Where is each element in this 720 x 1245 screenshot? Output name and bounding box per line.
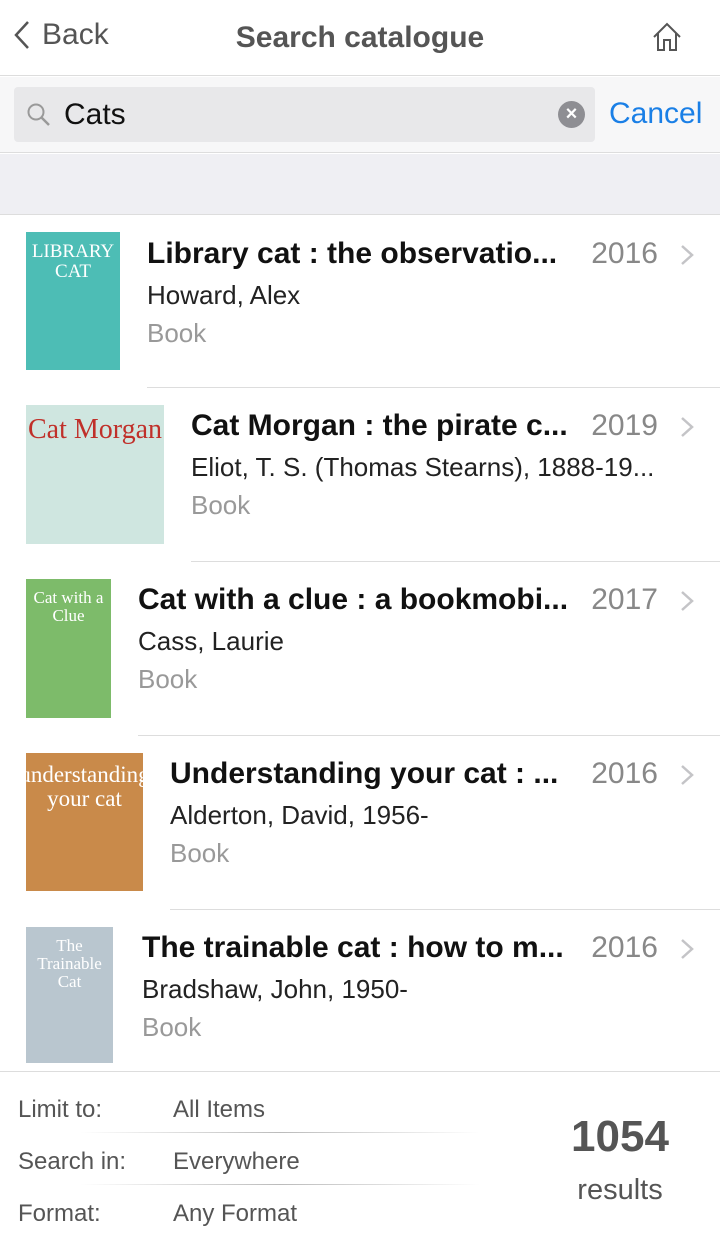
result-year: 2016 bbox=[591, 931, 658, 964]
result-row[interactable]: LIBRARY CAT Library cat : the observatio… bbox=[0, 216, 720, 388]
results-header-spacer bbox=[0, 154, 720, 215]
book-cover: understanding your cat bbox=[26, 753, 143, 891]
search-input[interactable]: Cats × bbox=[14, 87, 595, 142]
result-format: Book bbox=[138, 664, 198, 694]
result-row[interactable]: understanding your cat Understanding you… bbox=[0, 736, 720, 910]
page-title: Search catalogue bbox=[235, 21, 485, 54]
result-author: Alderton, David, 1956- bbox=[170, 800, 429, 830]
chevron-right-icon bbox=[681, 245, 694, 265]
result-author: Bradshaw, John, 1950- bbox=[142, 974, 408, 1004]
format-value[interactable]: Any Format bbox=[173, 1200, 297, 1228]
search-in-label: Search in: bbox=[18, 1148, 127, 1175]
limit-value[interactable]: All Items bbox=[173, 1096, 265, 1124]
cover-title: understanding your cat bbox=[26, 762, 143, 812]
cover-title: LIBRARY CAT bbox=[31, 241, 115, 282]
cover-title: The Trainable Cat bbox=[37, 936, 102, 991]
result-author: Cass, Laurie bbox=[138, 626, 284, 656]
result-row[interactable]: Cat Morgan Cat Morgan : the pirate c... … bbox=[0, 388, 720, 562]
cover-title: Cat Morgan bbox=[27, 414, 163, 445]
chevron-right-icon bbox=[681, 765, 694, 785]
result-title: Cat Morgan : the pirate c... bbox=[191, 409, 568, 442]
result-year: 2016 bbox=[591, 237, 658, 270]
book-cover: LIBRARY CAT bbox=[26, 232, 120, 370]
home-icon[interactable] bbox=[650, 20, 684, 54]
chevron-right-icon bbox=[681, 591, 694, 611]
divider bbox=[80, 1132, 480, 1133]
result-year: 2016 bbox=[591, 757, 658, 790]
book-cover: Cat Morgan bbox=[26, 405, 164, 544]
format-label: Format: bbox=[18, 1200, 101, 1227]
results-count: 1054 bbox=[571, 1112, 669, 1161]
result-row[interactable]: Cat with a Clue Cat with a clue : a book… bbox=[0, 562, 720, 736]
search-bar: Cats × Cancel bbox=[0, 77, 720, 153]
limit-label: Limit to: bbox=[18, 1096, 103, 1123]
navigation-bar: Back Search catalogue bbox=[0, 0, 720, 76]
result-title: Library cat : the observatio... bbox=[147, 237, 558, 270]
result-row[interactable]: The Trainable Cat The trainable cat : ho… bbox=[0, 910, 720, 1070]
result-year: 2019 bbox=[591, 409, 658, 442]
result-format: Book bbox=[191, 490, 251, 520]
search-options-footer: Limit to: All Items Search in: Everywher… bbox=[0, 1071, 720, 1245]
result-title: The trainable cat : how to m... bbox=[142, 931, 564, 964]
result-format: Book bbox=[147, 318, 207, 348]
result-author: Howard, Alex bbox=[147, 280, 301, 310]
search-icon bbox=[27, 103, 50, 126]
cancel-button[interactable]: Cancel bbox=[609, 97, 702, 131]
divider bbox=[80, 1184, 480, 1185]
result-format: Book bbox=[170, 838, 230, 868]
search-value: Cats bbox=[64, 98, 126, 131]
clear-icon[interactable]: × bbox=[558, 101, 585, 128]
book-cover: Cat with a Clue bbox=[26, 579, 111, 718]
book-cover: The Trainable Cat bbox=[26, 927, 113, 1063]
result-year: 2017 bbox=[591, 583, 658, 616]
chevron-right-icon bbox=[681, 939, 694, 959]
result-format: Book bbox=[142, 1012, 202, 1042]
results-count-label: results bbox=[577, 1174, 663, 1206]
chevron-right-icon bbox=[681, 417, 694, 437]
result-title: Understanding your cat : ... bbox=[170, 757, 559, 790]
cover-title: Cat with a Clue bbox=[33, 588, 104, 625]
result-title: Cat with a clue : a bookmobi... bbox=[138, 583, 569, 616]
result-author: Eliot, T. S. (Thomas Stearns), 1888-19..… bbox=[191, 452, 655, 482]
search-in-value[interactable]: Everywhere bbox=[173, 1148, 300, 1176]
